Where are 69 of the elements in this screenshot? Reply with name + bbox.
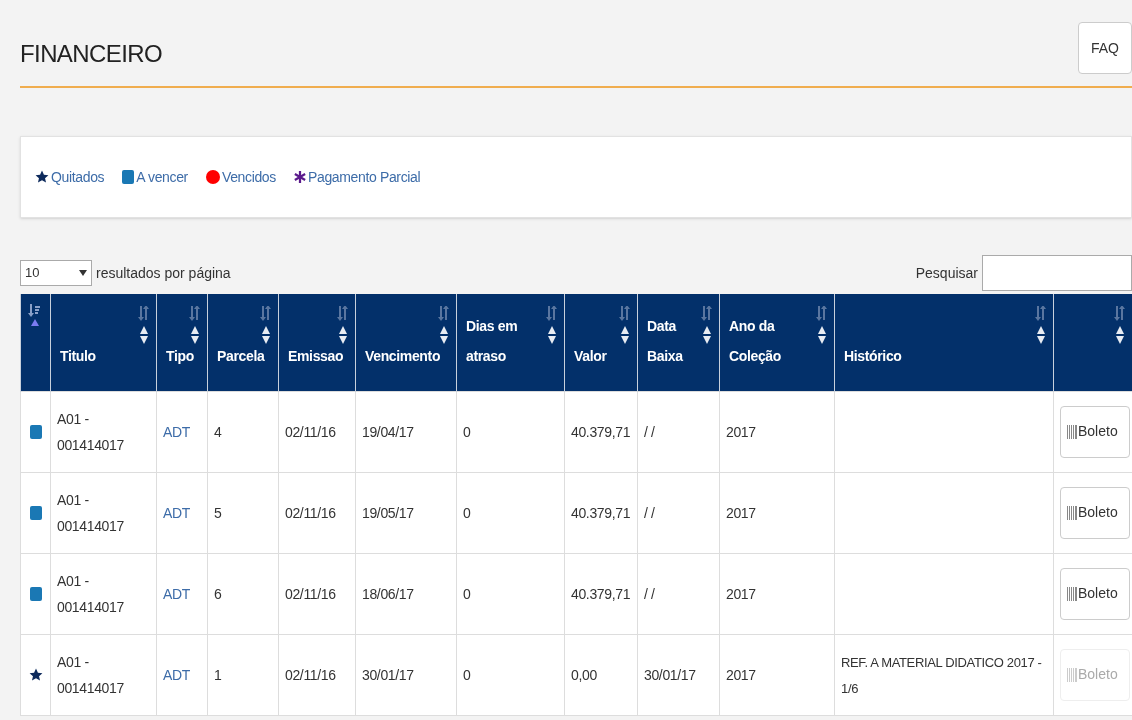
table-cell: 0 [463,504,471,521]
table-cell: 30/01/17 [644,666,696,683]
table-cell: A01 - 001414017 [57,410,124,453]
column-header[interactable]: Titulo [60,340,147,371]
boleto-button[interactable]: Boleto [1060,405,1130,458]
status-star-icon [28,668,43,683]
legend-label: Pagamento Parcial [307,167,421,187]
column-header[interactable]: Emissao [288,340,346,371]
table-cell: 02/11/16 [285,585,336,602]
table-cell: 19/04/17 [362,423,414,440]
table-cell: 40.379,71 [571,585,631,602]
column-header[interactable]: Tipo [166,340,198,371]
table-cell: 0 [463,666,471,683]
column-header[interactable]: Data Baixa [647,310,710,371]
table-cell: 02/11/16 [285,666,336,683]
status-square-icon [29,425,42,440]
table-cell: 19/05/17 [362,504,414,521]
table-cell: 18/06/17 [362,585,414,602]
table-cell: 1 [214,666,222,683]
status-square-icon [29,506,42,521]
table-cell: 2017 [726,504,756,521]
column-header[interactable]: Vencimento [365,340,447,371]
sort-ascending-icon[interactable] [28,304,42,326]
status-square-icon [29,587,42,602]
boleto-button[interactable]: Boleto [1060,486,1130,539]
legend-label: A vencer [136,167,188,187]
table-cell: 6 [214,585,222,602]
table-cell: 4 [214,423,222,440]
type-link[interactable]: ADT [163,423,190,440]
page-size-label: resultados por página [96,263,231,283]
table-cell: / / [644,585,655,602]
barcode-icon [1067,667,1078,682]
column-header[interactable]: Dias em atraso [466,310,555,371]
table-cell: REF. A MATERIAL DIDATICO 2017 - 1/6 [841,654,1042,696]
barcode-icon [1067,586,1078,601]
table-cell: 0,00 [571,666,597,683]
table-cell: 2017 [726,423,756,440]
table-cell: 2017 [726,666,756,683]
column-header[interactable]: Parcela [217,340,269,371]
dropdown-caret-icon [79,270,87,276]
search-label: Pesquisar [915,263,978,283]
table-cell: 0 [463,423,471,440]
boleto-button[interactable]: Boleto [1060,567,1130,620]
search-field[interactable] [982,255,1132,291]
table-cell: / / [644,423,655,440]
table-cell: 40.379,71 [571,423,631,440]
column-header[interactable]: Valor [574,340,628,371]
table-cell: A01 - 001414017 [57,572,124,615]
barcode-icon [1067,424,1078,439]
column-header[interactable]: Ano da Coleção [729,310,825,371]
table-cell: 02/11/16 [285,423,336,440]
table-cell: 5 [214,504,222,521]
table-cell: / / [644,504,655,521]
table-cell: 2017 [726,585,756,602]
barcode-icon [1067,505,1078,520]
table-cell: A01 - 001414017 [57,653,124,696]
legend-label: Quitados [51,167,105,187]
table-cell: 30/01/17 [362,666,414,683]
legend-label: Vencidos [221,167,276,187]
column-header[interactable]: Histórico [844,340,1044,371]
table-cell: 40.379,71 [571,504,631,521]
page-size-select[interactable]: 10 [20,260,92,286]
type-link[interactable]: ADT [163,585,190,602]
table-cell: A01 - 001414017 [57,491,124,534]
table-cell: 02/11/16 [285,504,336,521]
faq-button[interactable]: FAQ [1078,22,1132,74]
table-cell: 0 [463,585,471,602]
type-link[interactable]: ADT [163,504,190,521]
page-title: FINANCEIRO [20,39,163,69]
